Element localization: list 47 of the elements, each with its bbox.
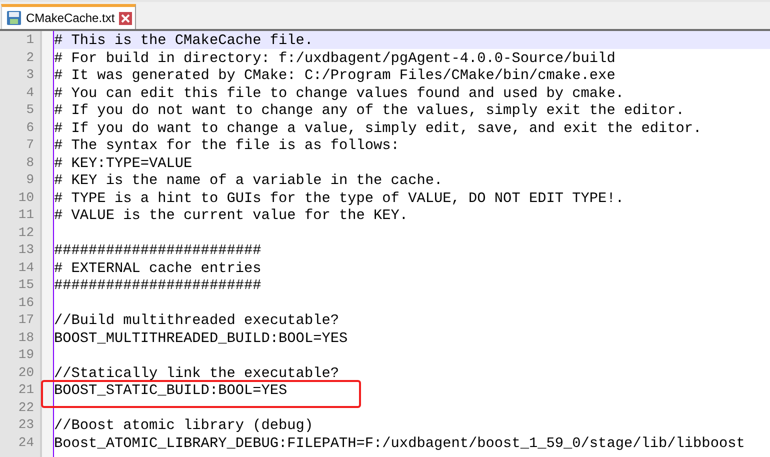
code-line: # TYPE is a hint to GUIs for the type of VALUE, DO NOT EDIT TYPE!. <box>54 190 624 206</box>
line-number: 19 <box>17 346 35 364</box>
line-number: 21 <box>17 381 35 398</box>
code-line: # KEY is the name of a variable in the cache. <box>54 173 443 189</box>
line-number: 18 <box>17 328 35 346</box>
line-number: 4 <box>25 84 35 101</box>
line-number: 1 <box>25 31 35 48</box>
code-line: # The syntax for the file is as follows: <box>54 138 400 154</box>
code-line: ######################## <box>54 278 262 294</box>
code-line: BOOST_STATIC_BUILD:BOOL=YES <box>54 383 288 399</box>
file-tab[interactable]: CMakeCache.txt <box>1 4 136 29</box>
line-number: 11 <box>17 206 35 224</box>
line-number: 9 <box>25 171 35 188</box>
code-line: ######################## <box>54 243 262 259</box>
line-number: 22 <box>17 398 35 416</box>
line-number: 23 <box>17 416 35 434</box>
code-line: # EXTERNAL cache entries <box>54 260 262 276</box>
code-line: # It was generated by CMake: C:/Program Files/CMake/bin/cmake.exe <box>54 68 616 84</box>
line-number: 8 <box>25 154 35 171</box>
line-number: 3 <box>25 66 35 84</box>
line-number: 13 <box>17 241 35 258</box>
line-number: 2 <box>25 48 35 66</box>
line-number: 20 <box>17 364 35 381</box>
line-number: 14 <box>17 258 35 276</box>
line-number: 12 <box>17 224 35 241</box>
line-number: 16 <box>17 294 35 311</box>
code-line: # You can edit this file to change values found and used by cmake. <box>54 86 624 102</box>
code-line: //Statically link the executable? <box>54 366 339 382</box>
code-line: # VALUE is the current value for the KEY. <box>54 208 408 224</box>
code-line: Boost_ATOMIC_LIBRARY_DEBUG:FILEPATH=F:/uxdbagent/boost_1_59_0/stage/lib/libboost <box>54 436 745 452</box>
line-number: 17 <box>17 311 35 328</box>
code-line: BOOST_MULTITHREADED_BUILD:BOOL=YES <box>54 330 348 346</box>
line-number: 5 <box>25 101 35 118</box>
line-number: 24 <box>17 434 35 451</box>
line-number: 7 <box>25 136 35 154</box>
code-line: # This is the CMakeCache file. <box>54 33 314 49</box>
code-line: //Boost atomic library (debug) <box>54 418 314 434</box>
line-number: 15 <box>17 276 35 294</box>
code-line: # If you do not want to change any of the values, simply exit the editor. <box>54 103 684 119</box>
code-line: //Build multithreaded executable? <box>54 313 339 329</box>
code-line: # For build in directory: f:/uxdbagent/pgAgent-4.0.0-Source/build <box>54 50 616 66</box>
code-line: # KEY:TYPE=VALUE <box>54 156 192 172</box>
line-number: 10 <box>17 188 35 206</box>
line-number: 6 <box>25 118 35 136</box>
tab-label: CMakeCache.txt <box>26 11 115 25</box>
close-icon[interactable] <box>118 12 132 24</box>
code-line: # If you do want to change a value, simply edit, save, and exit the editor. <box>54 120 702 136</box>
